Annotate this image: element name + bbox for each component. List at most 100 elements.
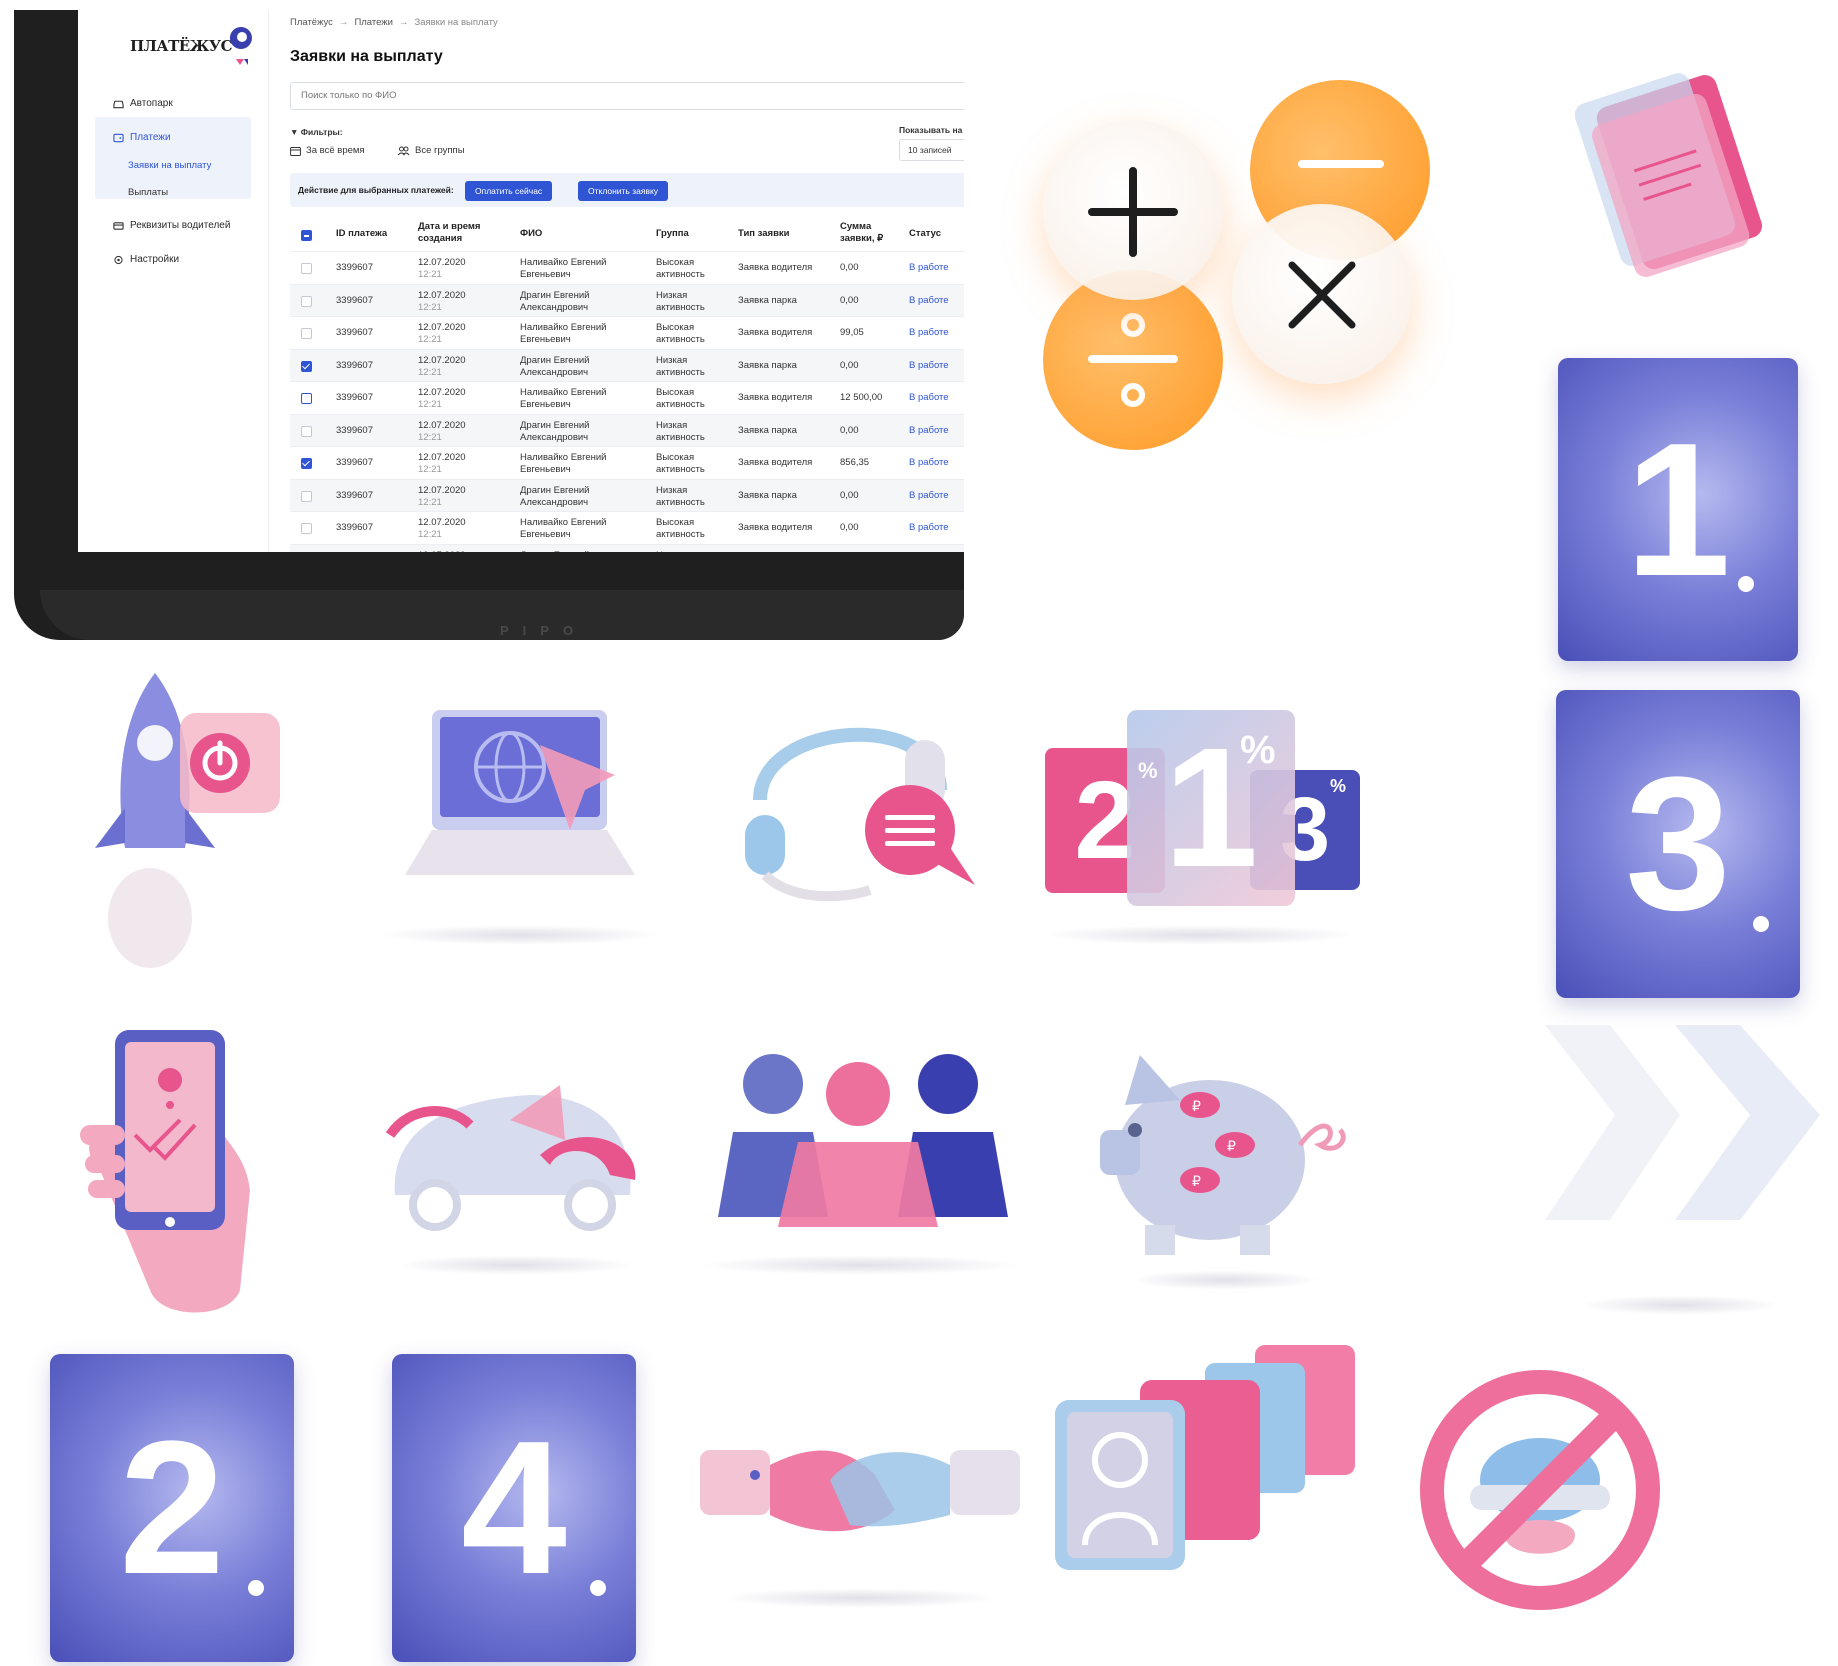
bulk-action-bar: Действие для выбранных платежей: Оплатит… xyxy=(290,173,964,207)
cell-group-line: активность xyxy=(656,529,705,540)
laptop-shadow xyxy=(380,925,660,945)
breadcrumb-item[interactable]: Платёжус xyxy=(290,17,333,28)
table-row[interactable]: 3399607 12.07.2020 12:21 Наливайко Евгений Е… xyxy=(290,381,964,414)
table-row[interactable]: 3399607 12.07.2020 12:21 Наливайко Евгений Е… xyxy=(290,251,964,284)
cell-group: Низкая активность xyxy=(656,355,705,379)
cell-type: Заявка водителя xyxy=(738,262,813,273)
column-header-id[interactable]: ID платежа xyxy=(336,228,396,240)
table-row[interactable]: 3399607 12.07.2020 12:21 Наливайко Евгений Е… xyxy=(290,511,964,544)
cell-status[interactable]: В работе xyxy=(909,327,949,339)
cell-name-line: Наливайко Евгений xyxy=(520,322,607,333)
cell-type: Заявка парка xyxy=(738,489,797,501)
table-row[interactable]: 3399607 12.07.2020 12:21 Наливайко Евгений Е… xyxy=(290,316,964,349)
cell-name: Наливайко Евгений Евгеньевич xyxy=(520,387,607,411)
table-row[interactable]: 3399607 12.07.2020 12:21 Драгин Евгений Алек… xyxy=(290,348,964,382)
reject-request-button[interactable]: Отклонить заявку xyxy=(578,181,669,201)
cell-date: 12.07.2020 12:21 xyxy=(418,355,466,379)
users-shadow xyxy=(700,1255,1020,1275)
row-checkbox[interactable] xyxy=(301,458,312,469)
row-checkbox[interactable] xyxy=(301,425,312,437)
row-checkbox[interactable] xyxy=(301,523,312,534)
column-header-sum[interactable]: Сумма заявки, ₽ xyxy=(840,221,900,245)
breadcrumb-item[interactable]: Платежи xyxy=(354,17,393,28)
cell-status[interactable]: В работе xyxy=(909,392,949,404)
cell-status[interactable]: В работе xyxy=(909,262,949,274)
sidebar-subitem-payouts[interactable]: Выплаты xyxy=(128,187,168,198)
pay-now-button[interactable]: Оплатить сейчас xyxy=(465,181,553,201)
cell-type: Заявка водителя xyxy=(738,392,813,403)
cell-type: Заявка парка xyxy=(738,424,797,436)
column-header-date[interactable]: Дата и время создания xyxy=(418,221,498,245)
cell-status[interactable]: В работе xyxy=(909,425,949,437)
sidebar-active-group xyxy=(95,117,251,199)
cell-group: Низкая активность xyxy=(656,420,705,444)
multiply-icon xyxy=(1288,261,1356,329)
number-tile-3: 3 xyxy=(1556,690,1800,998)
cell-date-value: 12.07.2020 xyxy=(418,517,466,528)
cell-id: 3399607 xyxy=(336,392,373,403)
column-header-name[interactable]: ФИО xyxy=(520,228,542,240)
page-size-select[interactable]: 10 записей xyxy=(899,139,964,161)
cell-name-line: Евгеньевич xyxy=(520,399,571,410)
cell-date: 12.07.2020 12:21 xyxy=(418,387,466,411)
select-all-checkbox[interactable] xyxy=(301,230,312,241)
row-checkbox[interactable] xyxy=(301,263,312,274)
cell-type: Заявка водителя xyxy=(738,327,813,338)
cell-status[interactable]: В работе xyxy=(909,522,949,534)
cell-name-line: Евгеньевич xyxy=(520,269,571,280)
plus-icon xyxy=(1088,167,1178,257)
table-row[interactable]: 339960712.07.2020Драгин ЕвгенийНизкаяЗая… xyxy=(290,543,964,553)
cell-status[interactable]: В работе xyxy=(909,490,949,502)
cell-status[interactable]: В работе xyxy=(909,457,949,469)
cell-group: Низкая активность xyxy=(656,485,705,509)
table-row[interactable]: 3399607 12.07.2020 12:21 Драгин Евгений Алек… xyxy=(290,413,964,447)
main-content: Платёжус → Платежи → Заявки на выплату З… xyxy=(290,10,964,552)
sidebar-item-driver-details[interactable]: Реквизиты водителей xyxy=(113,220,230,231)
sidebar-item-fleet[interactable]: Автопарк xyxy=(113,98,173,109)
logo[interactable]: ПЛАТЁЖУС xyxy=(130,37,233,55)
ruble-icon: ₽ xyxy=(1192,1174,1201,1190)
gear-icon xyxy=(114,255,123,264)
users-icon xyxy=(397,146,410,155)
minus-icon xyxy=(1298,160,1384,168)
cell-group-line: Низкая xyxy=(656,550,687,553)
cell-name-line: Наливайко Евгений xyxy=(520,517,607,528)
breadcrumb-current: Заявки на выплату xyxy=(414,17,498,28)
tablet-brand: PIPO xyxy=(500,623,588,638)
cell-date-value: 12.07.2020 xyxy=(418,289,466,301)
sidebar-item-settings[interactable]: Настройки xyxy=(113,254,179,265)
row-checkbox[interactable] xyxy=(301,328,312,339)
sidebar-item-payments[interactable]: Платежи xyxy=(113,132,171,143)
cell-id: 3399607 xyxy=(336,262,373,273)
row-checkbox[interactable] xyxy=(301,360,312,372)
number-tile-digit: 2 xyxy=(119,1402,225,1614)
row-checkbox[interactable] xyxy=(301,295,312,307)
sidebar-item-label: Настройки xyxy=(130,254,180,265)
cell-status[interactable]: В работе xyxy=(909,360,949,372)
filter-icon: ▼ xyxy=(290,127,299,137)
cell-time-value: 12:21 xyxy=(418,334,442,345)
cell-sum: 856,35 xyxy=(840,457,870,468)
cell-status[interactable]: В работе xyxy=(909,295,949,307)
column-header-type[interactable]: Тип заявки xyxy=(738,228,790,240)
table-row[interactable]: 3399607 12.07.2020 12:21 Наливайко Евгений Е… xyxy=(290,446,964,479)
cell-id: 3399607 xyxy=(336,522,373,533)
table-row[interactable]: 3399607 12.07.2020 12:21 Драгин Евгений Алек… xyxy=(290,478,964,512)
cell-group-line: Низкая xyxy=(656,419,688,431)
sidebar-item-label: Реквизиты водителей xyxy=(130,220,231,231)
filter-groups[interactable]: Все группы xyxy=(397,145,465,156)
documents-icon xyxy=(1575,73,1762,277)
cell-group-line: активность xyxy=(656,334,705,345)
car-return-icon xyxy=(385,1085,636,1231)
column-header-status[interactable]: Статус xyxy=(909,228,941,240)
table-row[interactable]: 3399607 12.07.2020 12:21 Драгин Евгений Алек… xyxy=(290,283,964,317)
column-header-group[interactable]: Группа xyxy=(656,228,689,240)
cell-group-line: Низкая xyxy=(656,484,688,496)
row-checkbox[interactable] xyxy=(301,393,312,404)
filter-period[interactable]: За всё время xyxy=(290,145,365,156)
row-checkbox[interactable] xyxy=(301,490,312,502)
sidebar-subitem-payout-requests[interactable]: Заявки на выплату xyxy=(128,160,211,171)
cell-id: 3399607 xyxy=(336,359,373,371)
search-input[interactable]: Поиск только по ФИО xyxy=(290,82,964,110)
support-headset-icon xyxy=(745,727,975,902)
